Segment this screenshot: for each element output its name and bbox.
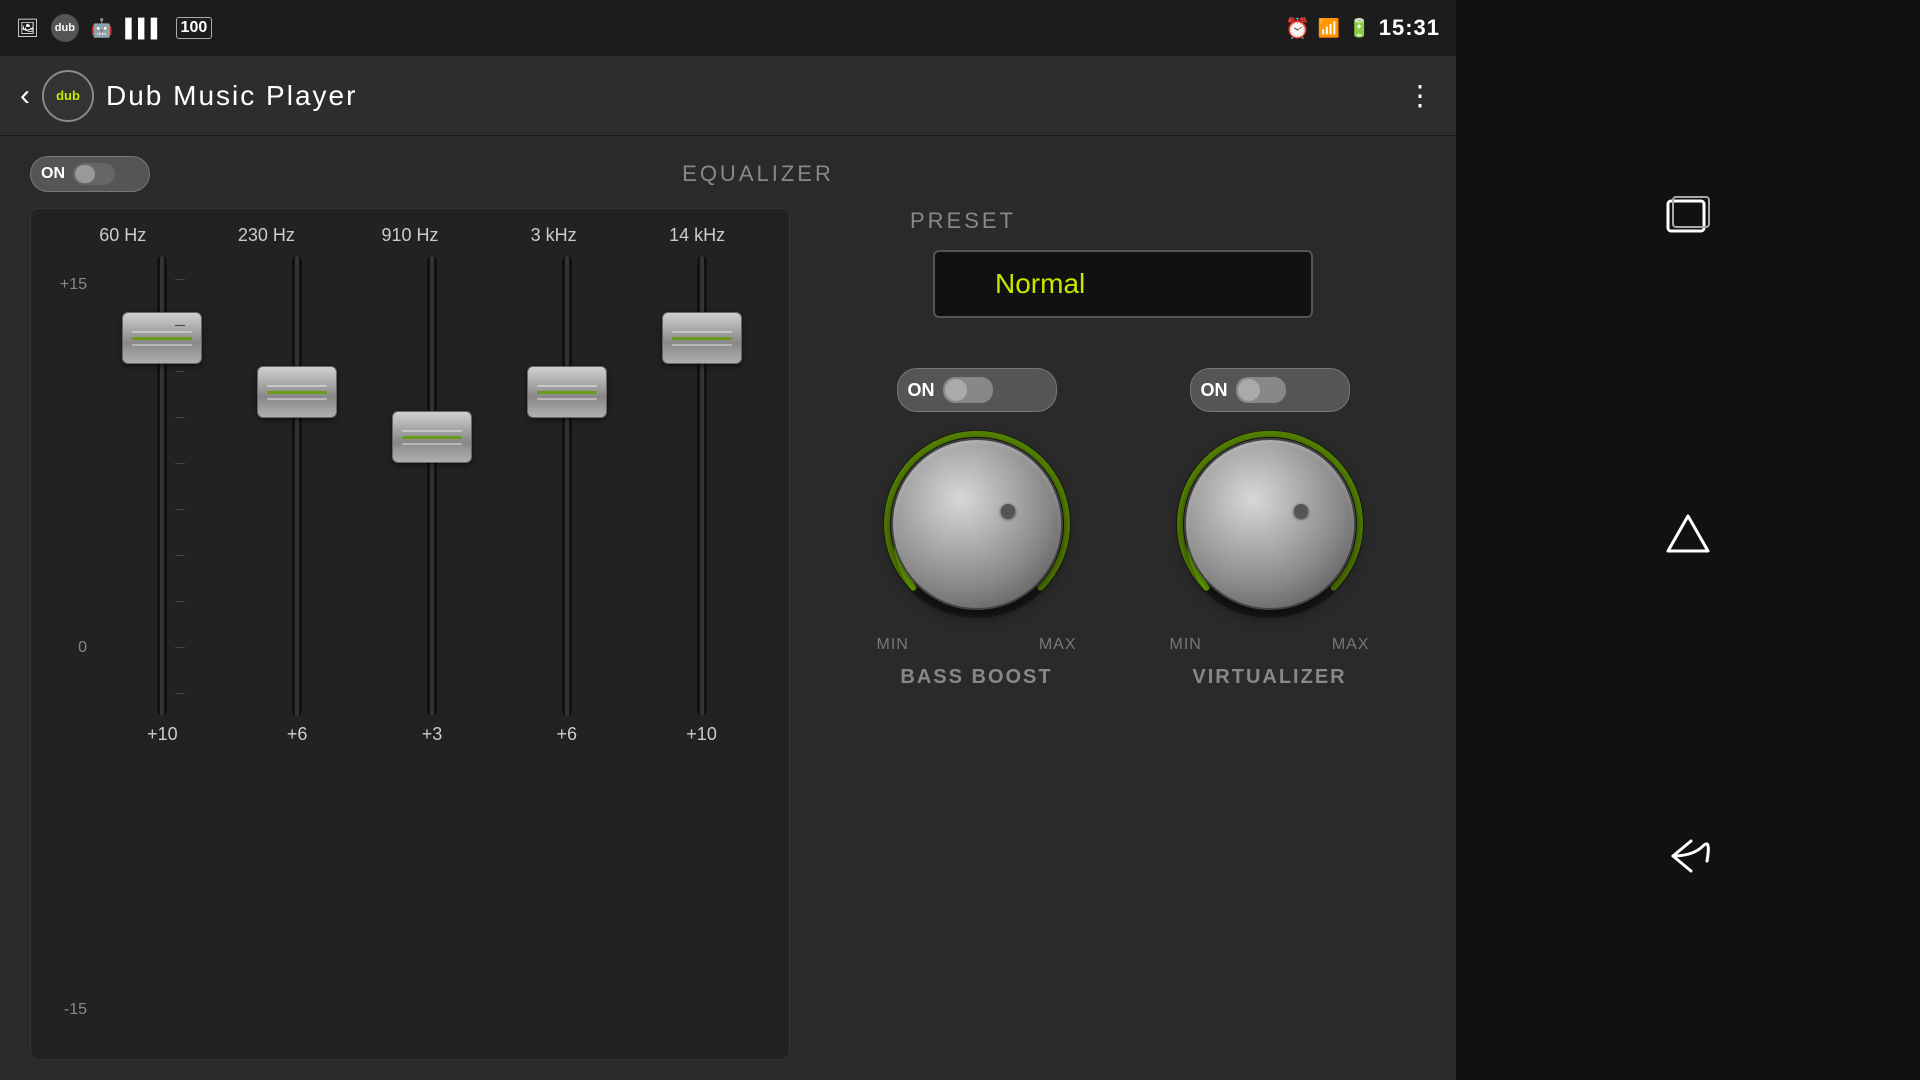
slider-3khz: +6 [507,256,627,1039]
eq-section-title: EQUALIZER [190,161,1326,187]
preset-label: PRESET [910,208,1016,234]
dub-status-icon: dub [51,14,79,42]
slider-value-60hz: +10 [147,724,178,745]
back-nav-icon [1663,836,1713,884]
barcode-icon: ▌▌▌ [125,18,163,39]
eq-toggle-slider [73,163,115,185]
slider-value-910hz: +3 [422,724,443,745]
slider-910hz: +3 [372,256,492,1039]
virtualizer-knob-dot [1294,504,1308,518]
bass-boost-min-label: MIN [877,636,909,654]
app-header: ‹ dub Dub Music Player ⋮ [0,56,1456,136]
scale-zero: 0 [51,639,87,657]
virtualizer-label: VIRTUALIZER [1192,666,1346,689]
eq-sliders-panel: 60 Hz 230 Hz 910 Hz 3 kHz 14 kHz +15 0 -… [30,208,790,1060]
eq-toggle-button[interactable]: ON [30,156,150,192]
recent-apps-icon [1663,196,1713,244]
eq-header: ON EQUALIZER [30,156,1426,192]
virtualizer-toggle-label: ON [1201,380,1228,401]
header-left: ‹ dub Dub Music Player [20,70,357,122]
virtualizer-knob[interactable] [1184,438,1356,610]
freq-labels: 60 Hz 230 Hz 910 Hz 3 kHz 14 kHz [51,225,769,246]
bass-boost-label: BASS BOOST [900,666,1052,689]
scale-minus15: -15 [51,1001,87,1019]
slider-handle-14khz[interactable] [662,312,742,364]
slider-14khz: +10 [642,256,762,1039]
app-logo: dub [42,70,94,122]
knobs-row: ON [830,348,1416,1060]
hundred-icon: 100 [176,17,213,39]
bass-boost-toggle-slider [943,377,993,403]
bass-boost-section: ON [877,368,1077,689]
bass-boost-max-label: MAX [1039,636,1077,654]
slider-handle-230hz[interactable] [257,366,337,418]
bass-boost-knob[interactable] [891,438,1063,610]
back-nav-button[interactable] [1648,830,1728,890]
slider-value-3khz: +6 [557,724,578,745]
photo-icon: 🖼 [16,18,39,39]
status-bar: 🖼 dub 🤖 ▌▌▌ 100 ⏰ 📶 🔋 15:31 [0,0,1456,56]
freq-label-910hz: 910 Hz [350,225,470,246]
bass-boost-toggle[interactable]: ON [897,368,1057,412]
signal-icon: 📶 [1318,18,1340,39]
freq-label-14khz: 14 kHz [637,225,757,246]
slider-handle-60hz[interactable] [122,312,202,364]
slider-track-230hz[interactable] [292,256,302,716]
preset-section: PRESET Normal [830,208,1416,318]
slider-value-14khz: +10 [686,724,717,745]
preset-value: Normal [995,268,1085,299]
slider-handle-910hz[interactable] [392,411,472,463]
freq-label-60hz: 60 Hz [63,225,183,246]
slider-handle-3khz[interactable] [527,366,607,418]
home-button[interactable] [1648,510,1728,570]
sliders-area: +15 0 -15 [51,256,769,1039]
time-display: 15:31 [1379,15,1440,41]
home-icon [1663,511,1713,569]
bass-boost-toggle-label: ON [908,380,935,401]
eq-body: 60 Hz 230 Hz 910 Hz 3 kHz 14 kHz +15 0 -… [30,208,1426,1060]
slider-track-14khz[interactable] [697,256,707,716]
status-bar-left: 🖼 dub 🤖 ▌▌▌ 100 [16,14,212,42]
back-button[interactable]: ‹ [20,79,30,113]
slider-track-910hz[interactable] [427,256,437,716]
preset-button[interactable]: Normal [933,250,1313,318]
alarm-icon: ⏰ [1285,16,1310,41]
freq-label-3khz: 3 kHz [494,225,614,246]
slider-value-230hz: +6 [287,724,308,745]
virtualizer-max-label: MAX [1332,636,1370,654]
virtualizer-toggle-slider [1236,377,1286,403]
bass-boost-knob-container [877,424,1077,624]
menu-button[interactable]: ⋮ [1406,79,1436,112]
bass-boost-knob-dot [1001,504,1015,518]
slider-track-60hz[interactable] [157,256,167,716]
slider-230hz: +6 [237,256,357,1039]
virtualizer-minmax: MIN MAX [1170,636,1370,654]
virtualizer-knob-container [1170,424,1370,624]
eq-toggle-label: ON [41,165,65,183]
bass-boost-minmax: MIN MAX [877,636,1077,654]
android-icon: 🤖 [91,18,113,39]
virtualizer-min-label: MIN [1170,636,1202,654]
slider-track-3khz[interactable] [562,256,572,716]
recent-apps-button[interactable] [1648,190,1728,250]
virtualizer-section: ON [1170,368,1370,689]
main-content: ON EQUALIZER 60 Hz 230 Hz 910 Hz 3 kHz 1… [0,136,1456,1080]
scale-plus15: +15 [51,276,87,294]
right-sidebar [1456,0,1920,1080]
app-title: Dub Music Player [106,80,357,112]
status-bar-right: ⏰ 📶 🔋 15:31 [1285,15,1440,41]
slider-60hz: +10 [102,256,222,1039]
sliders-container: +10 +6 [95,256,769,1039]
freq-label-230hz: 230 Hz [206,225,326,246]
scale-labels: +15 0 -15 [51,256,87,1039]
battery-icon: 🔋 [1348,18,1370,39]
right-panel: PRESET Normal ON [820,208,1426,1060]
virtualizer-toggle[interactable]: ON [1190,368,1350,412]
